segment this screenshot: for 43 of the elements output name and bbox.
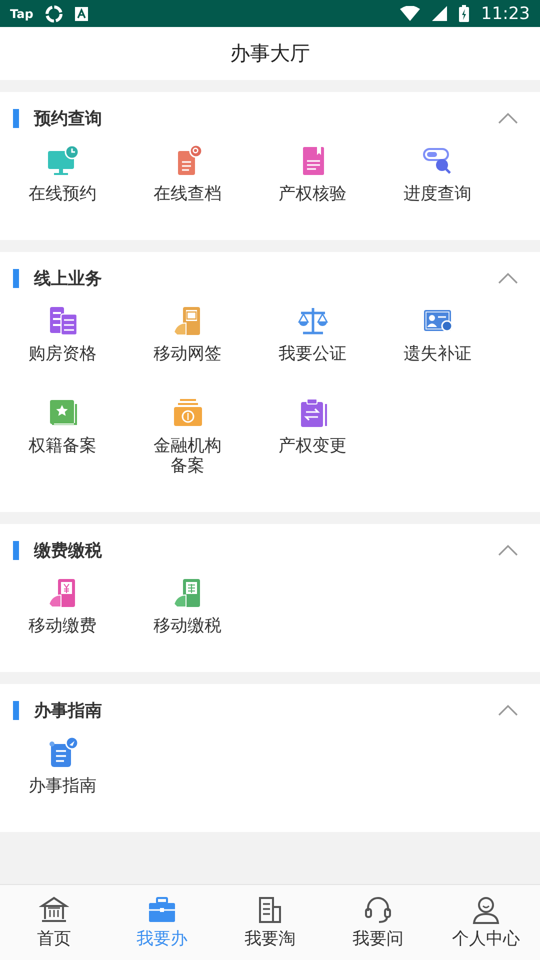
service-link[interactable]: 移动缴费 [22,616,102,636]
service-link[interactable]: 在线查档 [148,184,228,204]
section-marker [13,108,19,128]
collapse-chevron-icon[interactable] [498,544,518,556]
service-link[interactable]: 移动缴税 [148,616,228,636]
headset-icon [363,895,393,925]
service-link[interactable]: 权籍备案 [22,436,102,456]
app-label: Tap [10,6,34,20]
tab[interactable]: 个人中心 [432,885,540,960]
section-title: 缴费缴税 [34,540,103,562]
section-title: 线上业务 [34,268,103,290]
collapse-chevron-icon[interactable] [498,704,518,716]
service-link[interactable]: 移动网签 [148,344,228,364]
service-link[interactable]: 购房资格 [22,344,102,364]
collapse-chevron-icon[interactable] [498,112,518,124]
font-icon [75,6,88,20]
user-icon [471,895,501,925]
service-link[interactable]: 我要公证 [272,344,352,364]
signal-icon [432,6,447,21]
service-link[interactable]: 产权核验 [272,184,352,204]
wifi-icon [400,6,420,21]
briefcase-icon [147,895,177,925]
section-marker [13,540,19,560]
service-link[interactable]: 进度查询 [398,184,478,204]
sync-icon [45,4,64,22]
service-link[interactable]: 在线预约 [22,184,102,204]
section-marker [13,700,19,720]
section-title: 预约查询 [34,108,103,130]
collapse-chevron-icon[interactable] [498,272,518,284]
tab[interactable]: 我要问 [324,885,432,960]
service-link[interactable]: 产权变更 [272,436,352,456]
battery-icon [459,5,469,22]
clock: 11:23 [481,4,530,24]
tab[interactable]: 我要淘 [216,885,324,960]
service-link[interactable]: 办事指南 [22,776,102,796]
home-icon [39,895,69,925]
monitor-clock-icon [46,144,80,178]
service-link[interactable]: 遗失补证 [398,344,478,364]
tab[interactable]: 首页 [0,885,108,960]
section-title: 办事指南 [34,700,103,722]
service-link[interactable]: 金融机构备案 [148,436,228,476]
section-marker [13,268,19,288]
page-title: 办事大厅 [230,40,310,67]
